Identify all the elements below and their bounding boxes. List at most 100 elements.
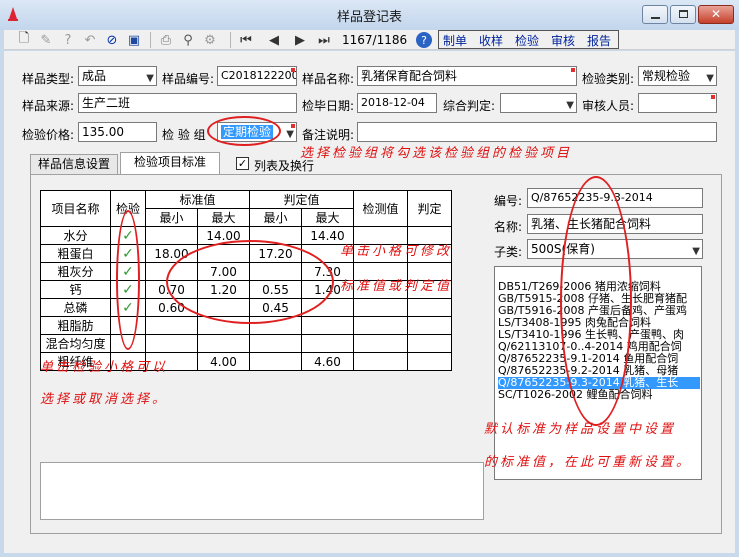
annotation-ellipse-standard	[560, 176, 632, 426]
toolbar-separator	[230, 32, 231, 48]
annotation-cell-hint-2: 标准值或判定值	[340, 279, 453, 294]
edit-record-icon[interactable]: ✎	[38, 32, 54, 48]
item-name-cell: 粗灰分	[40, 262, 111, 281]
annotation-default-hint-2: 的标准值，在此可重新设置。	[484, 455, 693, 470]
chevron-down-icon: ▼	[146, 73, 154, 84]
undo-icon[interactable]: ↶	[82, 32, 98, 48]
std-min-cell[interactable]	[145, 316, 198, 335]
menu-item-create[interactable]: 制单	[443, 32, 467, 49]
table-header-row: 项目名称 检验 标准值 判定值 检测值 判定	[40, 190, 452, 227]
reviewer-label: 审核人员:	[582, 99, 635, 113]
next-record-icon[interactable]: ▶	[292, 32, 308, 48]
inspect-group-label: 检 验 组	[162, 128, 206, 142]
verdict-cell[interactable]	[407, 352, 452, 371]
print-icon[interactable]: ⎙	[158, 32, 174, 48]
maximize-button[interactable]	[670, 5, 696, 24]
inspect-price-field[interactable]: 135.00	[78, 122, 157, 142]
new-record-icon[interactable]: 🗋	[16, 31, 32, 48]
judge-min-cell[interactable]	[249, 334, 302, 353]
std-code-label: 编号:	[494, 194, 523, 208]
remark-label: 备注说明:	[302, 128, 355, 142]
item-name-cell: 水分	[40, 226, 111, 245]
find-icon[interactable]: ⚲	[180, 32, 196, 48]
chevron-down-icon: ▼	[286, 129, 294, 140]
sample-source-value: 生产二班	[82, 96, 131, 110]
header-result: 检测值	[353, 190, 408, 227]
minimize-button[interactable]	[642, 5, 668, 24]
inspect-date-value: 2018-12-04	[361, 96, 425, 109]
judge-max-cell[interactable]	[301, 316, 354, 335]
header-judge-min: 最小	[249, 208, 302, 227]
tab-inspect-standard[interactable]: 检验项目标准	[120, 152, 220, 174]
inspect-category-value: 常规检验	[642, 69, 691, 83]
sample-name-label: 样品名称:	[302, 72, 355, 86]
verdict-cell[interactable]	[407, 334, 452, 353]
menu-item-receive[interactable]: 收样	[479, 32, 503, 49]
last-record-icon[interactable]: ⏭	[316, 32, 332, 48]
cancel-icon[interactable]: ⊘	[104, 32, 120, 48]
annotation-ellipse-values	[166, 240, 334, 324]
sample-source-field[interactable]: 生产二班	[78, 93, 297, 113]
annotation-ellipse-check	[116, 210, 140, 350]
inspect-date-field[interactable]: 2018-12-04	[357, 93, 437, 113]
header-verdict: 判定	[407, 190, 452, 227]
settings-icon[interactable]: ⚙	[202, 32, 218, 48]
annotation-ellipse-group	[207, 116, 281, 146]
sample-name-field[interactable]: 乳猪保育配合饲料	[357, 66, 577, 86]
header-judge-max: 最大	[301, 208, 354, 227]
inspect-price-value: 135.00	[82, 125, 124, 139]
sample-type-value: 成品	[82, 69, 107, 83]
annotation-group-hint: 选择检验组将勾选该检验组的检验项目	[300, 146, 573, 161]
tab-sample-info[interactable]: 样品信息设置	[30, 154, 118, 174]
sample-no-field[interactable]: C20181222001	[217, 66, 297, 86]
save-icon[interactable]: ▣	[126, 32, 142, 48]
help-icon[interactable]: ?	[416, 32, 432, 48]
workflow-menu: 制单 收样 检验 审核 报告	[438, 30, 619, 49]
header-std: 标准值	[145, 190, 250, 209]
sample-no-label: 样品编号:	[162, 72, 215, 86]
chevron-down-icon: ▼	[566, 100, 574, 111]
std-min-cell[interactable]	[145, 334, 198, 353]
inspect-category-select[interactable]: 常规检验 ▼	[638, 66, 717, 86]
result-cell[interactable]	[353, 298, 408, 317]
help-record-icon[interactable]: ?	[60, 32, 76, 48]
remark-field[interactable]	[357, 122, 717, 142]
table-row: 混合均匀度	[40, 334, 452, 353]
judge-max-cell[interactable]	[301, 334, 354, 353]
std-max-cell[interactable]: 4.00	[197, 352, 250, 371]
result-cell[interactable]	[353, 352, 408, 371]
menu-item-inspect[interactable]: 检验	[515, 32, 539, 49]
result-cell[interactable]	[353, 334, 408, 353]
title-bar: 样品登记表 ✕	[0, 0, 739, 30]
std-subclass-label: 子类:	[494, 245, 523, 259]
verdict-cell[interactable]	[407, 298, 452, 317]
verdict-cell[interactable]	[407, 316, 452, 335]
first-record-icon[interactable]: ⏮	[238, 32, 254, 48]
toolbar: 🗋 ✎ ? ↶ ⊘ ▣ ⎙ ⚲ ⚙ ⏮ ◀ ▶ ⏭ 1167/1186 ? 制单…	[4, 30, 735, 50]
wrap-checkbox[interactable]: ✓	[236, 157, 249, 170]
item-name-cell: 混合均匀度	[40, 334, 111, 353]
menu-item-report[interactable]: 报告	[587, 32, 611, 49]
chevron-down-icon: ▼	[706, 73, 714, 84]
judge-min-cell[interactable]	[249, 352, 302, 371]
menu-item-review[interactable]: 审核	[551, 32, 575, 49]
std-min-cell[interactable]	[145, 226, 198, 245]
sample-type-select[interactable]: 成品 ▼	[78, 66, 157, 86]
judge-max-cell[interactable]: 4.60	[301, 352, 354, 371]
prev-record-icon[interactable]: ◀	[266, 32, 282, 48]
header-judge: 判定值	[249, 190, 354, 209]
item-name-cell: 钙	[40, 280, 111, 299]
header-std-max: 最大	[197, 208, 250, 227]
std-max-cell[interactable]	[197, 334, 250, 353]
overall-judge-select[interactable]: ▼	[500, 93, 577, 113]
record-counter: 1167/1186	[342, 33, 408, 47]
inspect-date-label: 检毕日期:	[302, 99, 355, 113]
toolbar-separator	[150, 32, 151, 48]
inspect-category-label: 检验类别:	[582, 72, 635, 86]
overall-judge-label: 综合判定:	[443, 99, 496, 113]
notes-box[interactable]	[40, 462, 484, 520]
close-button[interactable]: ✕	[698, 5, 734, 24]
result-cell[interactable]	[353, 316, 408, 335]
window-title: 样品登记表	[336, 10, 402, 25]
reviewer-field[interactable]	[638, 93, 717, 113]
